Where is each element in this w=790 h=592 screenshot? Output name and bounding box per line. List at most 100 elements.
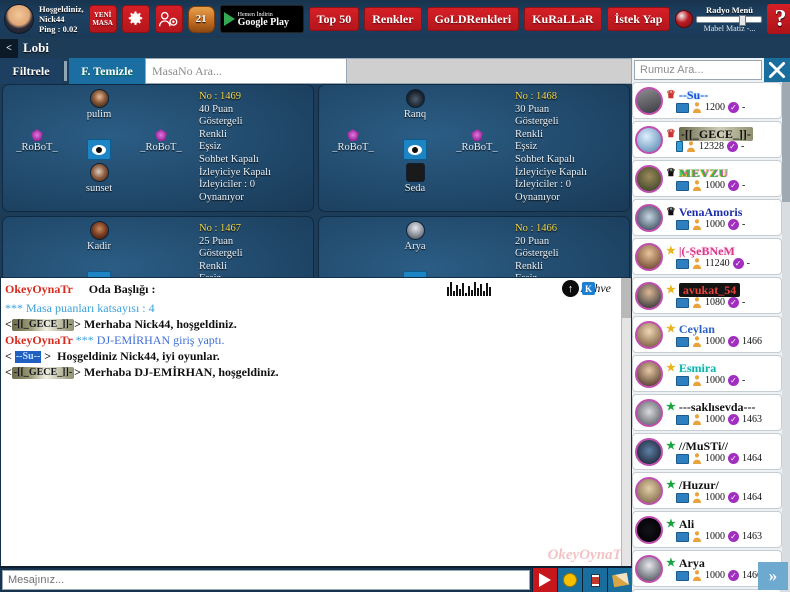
avatar[interactable] <box>4 4 34 34</box>
user-list-item[interactable]: ★ |(-ŞeBNeM 11240 ✓ - <box>632 238 782 275</box>
table-seat-top[interactable]: Arya <box>382 221 448 252</box>
user-avatar[interactable] <box>635 437 663 466</box>
table-seat-top[interactable]: Ranq <box>382 89 448 120</box>
message-input[interactable]: Mesajınız... <box>2 570 530 590</box>
user-list-scrollbar[interactable] <box>782 82 790 592</box>
watch-table-button[interactable] <box>66 139 132 160</box>
table-seat-right[interactable]: _RoBoT_ <box>128 129 194 153</box>
nav-goldrenkleri-button[interactable]: GoLDRenkleri <box>426 7 520 31</box>
watch-table-button[interactable] <box>382 139 448 160</box>
user-avatar[interactable] <box>635 359 663 388</box>
rank-icon: ★ <box>666 400 676 413</box>
robot-badge-icon <box>31 129 43 141</box>
monitor-icon <box>676 492 689 503</box>
radio-menu-label: Radyo Menü <box>705 5 753 15</box>
player-name: _RoBoT_ <box>456 142 498 153</box>
tea-button[interactable] <box>582 568 607 592</box>
close-panel-button[interactable] <box>764 58 790 82</box>
chat-scrollbar-thumb[interactable] <box>622 278 631 318</box>
chat-author-tag[interactable]: --Su-- <box>14 351 42 364</box>
chat-text: Merhaba Nick44, hoşgeldiniz. <box>84 317 237 331</box>
kayit-icon[interactable]: K <box>582 282 595 295</box>
table-seat-bottom[interactable]: sunset <box>66 163 132 194</box>
user-settings-button[interactable] <box>154 5 183 33</box>
new-table-button[interactable]: YENİ MASA <box>88 5 117 33</box>
radio-volume-thumb[interactable] <box>739 15 747 26</box>
google-play-button[interactable]: Hemen İndirin Google Play <box>219 5 304 33</box>
user-list-item[interactable]: ★ Esmira 1000 ✓ - <box>632 355 782 392</box>
game-table[interactable]: Ranq _RoBoT_ _RoBoT_ Seda No : 1468 30 Pu… <box>318 84 630 212</box>
user-list-item[interactable]: ★ //MuSTi// 1000 ✓ 1464 <box>632 433 782 470</box>
user-list-item[interactable]: ♛ VenaAmoris 1000 ✓ - <box>632 199 782 236</box>
user-list-item[interactable]: ★ Ceylan 1000 ✓ 1466 <box>632 316 782 353</box>
user-avatar[interactable] <box>635 203 663 232</box>
radio-widget[interactable]: Radyo Menü Mabel Matiz -... <box>675 5 763 33</box>
table-seat-left[interactable]: _RoBoT_ <box>320 129 386 153</box>
user-avatar[interactable] <box>635 281 663 310</box>
user-list-item[interactable]: ★ ---saklısevda--- 1000 ✓ 1463 <box>632 394 782 431</box>
user-avatar[interactable] <box>635 125 663 154</box>
user-list[interactable]: ♛ --Su-- 1200 ✓ - ♛ -[[_GECE_]]- 12328 ✓ <box>632 82 782 592</box>
table-number-search-input[interactable]: MasaNo Ara... <box>145 58 347 84</box>
up-arrow-icon[interactable]: ↑ <box>562 280 579 297</box>
table-seat-top[interactable]: pulim <box>66 89 132 120</box>
user-list-item[interactable]: ★ Ali 1000 ✓ 1463 <box>632 511 782 548</box>
monitor-icon <box>676 258 689 269</box>
next-page-button[interactable]: » <box>758 562 788 590</box>
user-avatar[interactable] <box>635 515 663 544</box>
table-info-line: Oynanıyor <box>515 191 560 203</box>
chat-author-tag[interactable]: -[[_GECE_]]- <box>11 367 75 380</box>
eye-icon <box>403 139 427 160</box>
user-name: Esmira <box>678 360 717 375</box>
chat-author-tag[interactable]: -[[_GECE_]]- <box>11 319 75 332</box>
nav-top50-button[interactable]: Top 50 <box>308 7 360 31</box>
user-list-item[interactable]: ♛ MEVZU 1000 ✓ - <box>632 160 782 197</box>
clear-chat-button[interactable] <box>607 568 632 592</box>
user-list-item[interactable]: ★ avukat_54 1080 ✓ - <box>632 277 782 314</box>
user-table-no: - <box>742 218 746 230</box>
game-table[interactable]: Kadir No : 146725 PuanGöstergeliRenkliEş… <box>2 216 314 277</box>
table-seat-bottom[interactable]: Seda <box>382 163 448 194</box>
user-avatar[interactable] <box>635 398 663 427</box>
user-list-item[interactable]: ♛ --Su-- 1200 ✓ - <box>632 82 782 119</box>
game-table[interactable]: Arya No : 146620 PuanGöstergeliRenkliEşs… <box>318 216 630 277</box>
user-avatar[interactable] <box>635 242 663 271</box>
user-avatar[interactable] <box>635 476 663 505</box>
table-seat-top[interactable]: Kadir <box>66 221 132 252</box>
radio-volume-slider[interactable] <box>696 15 763 26</box>
clear-filter-button[interactable]: F. Temizle <box>69 58 145 84</box>
radio-power-icon[interactable] <box>675 10 694 28</box>
user-avatar[interactable] <box>635 164 663 193</box>
nickname-search-input[interactable]: Rumuz Ara... <box>634 60 762 80</box>
back-button[interactable]: < <box>0 38 18 58</box>
user-table-no: - <box>742 374 746 386</box>
emoji-button[interactable] <box>557 568 582 592</box>
user-meta: 1000 ✓ 1463 <box>666 414 779 426</box>
chat-text: Merhaba DJ-EMİRHAN, hoşgeldiniz. <box>84 365 279 379</box>
send-button[interactable] <box>532 568 557 592</box>
player-name: _RoBoT_ <box>16 142 58 153</box>
nav-istekyap-button[interactable]: İstek Yap <box>606 7 671 31</box>
user-list-scrollbar-thumb[interactable] <box>782 82 790 202</box>
table-count-badge[interactable]: 21 <box>187 5 215 33</box>
user-list-item[interactable]: ★ /Huzur/ 1000 ✓ 1464 <box>632 472 782 509</box>
filter-button[interactable]: Filtrele <box>0 58 62 84</box>
user-avatar[interactable] <box>635 320 663 349</box>
nav-renkler-button[interactable]: Renkler <box>364 7 422 31</box>
game-table[interactable]: pulim _RoBoT_ _RoBoT_ sunset No : 1469 40… <box>2 84 314 212</box>
monitor-icon <box>676 531 689 542</box>
nav-kurallar-button[interactable]: KuRaLLaR <box>524 7 602 31</box>
people-icon <box>693 453 701 464</box>
user-avatar[interactable] <box>635 86 663 115</box>
table-seat-right[interactable]: _RoBoT_ <box>444 129 510 153</box>
settings-button[interactable] <box>121 5 150 33</box>
chat-scrollbar[interactable] <box>621 278 631 566</box>
user-meta: 1000 ✓ - <box>666 219 779 231</box>
table-seat-left[interactable]: _RoBoT_ <box>4 129 70 153</box>
table-info-line: Renkli <box>515 128 543 140</box>
user-avatar[interactable] <box>635 554 663 583</box>
help-button[interactable]: ? <box>767 4 790 34</box>
table-info-line: Sohbet Kapalı <box>199 153 259 165</box>
user-list-item[interactable]: ♛ -[[_GECE_]]- 12328 ✓ - <box>632 121 782 158</box>
user-meta: 1000 ✓ - <box>666 180 779 192</box>
